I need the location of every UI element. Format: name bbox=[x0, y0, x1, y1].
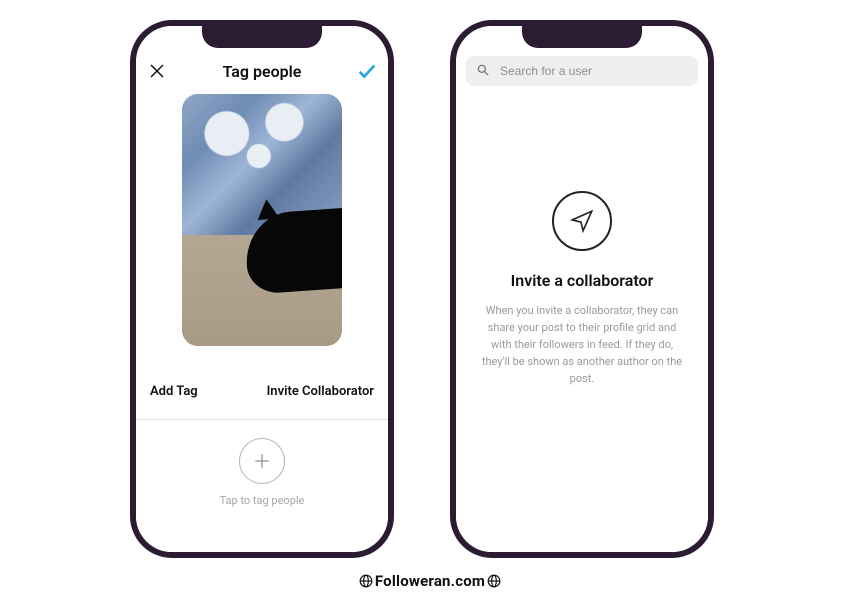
confirm-check-icon[interactable] bbox=[356, 60, 378, 82]
tap-to-tag-section: Tap to tag people bbox=[136, 419, 388, 552]
watermark: Followeran.com bbox=[0, 572, 860, 592]
photo-preview[interactable] bbox=[182, 94, 342, 346]
invite-collaborator-description: When you invite a collaborator, they can… bbox=[480, 302, 684, 387]
invite-collaborator-empty-state: Invite a collaborator When you invite a … bbox=[456, 86, 708, 552]
phone-left: Tag people Add Tag Invite Collaborator bbox=[130, 20, 394, 558]
photo-preview-wrap bbox=[136, 86, 388, 352]
close-icon[interactable] bbox=[146, 60, 168, 82]
add-tag-button[interactable]: Add Tag bbox=[150, 384, 198, 399]
phone-notch bbox=[522, 24, 642, 48]
screen-tag-people: Tag people Add Tag Invite Collaborator bbox=[136, 26, 388, 552]
tap-to-tag-label: Tap to tag people bbox=[220, 494, 305, 507]
search-bar[interactable] bbox=[466, 56, 698, 86]
page-title: Tag people bbox=[223, 62, 302, 81]
globe-icon bbox=[487, 574, 501, 592]
phone-right: Invite a collaborator When you invite a … bbox=[450, 20, 714, 558]
watermark-text: Followeran.com bbox=[375, 572, 485, 590]
screen-invite-collaborator: Invite a collaborator When you invite a … bbox=[456, 26, 708, 552]
search-icon bbox=[476, 63, 498, 80]
phone-notch bbox=[202, 24, 322, 48]
invite-collaborator-title: Invite a collaborator bbox=[511, 271, 654, 290]
search-input[interactable] bbox=[498, 63, 688, 79]
add-tag-plus-button[interactable] bbox=[239, 438, 285, 484]
paper-plane-icon bbox=[552, 191, 612, 251]
invite-collaborator-button[interactable]: Invite Collaborator bbox=[267, 384, 374, 399]
globe-icon bbox=[359, 574, 373, 592]
tag-actions-row: Add Tag Invite Collaborator bbox=[136, 352, 388, 419]
header: Tag people bbox=[136, 50, 388, 86]
